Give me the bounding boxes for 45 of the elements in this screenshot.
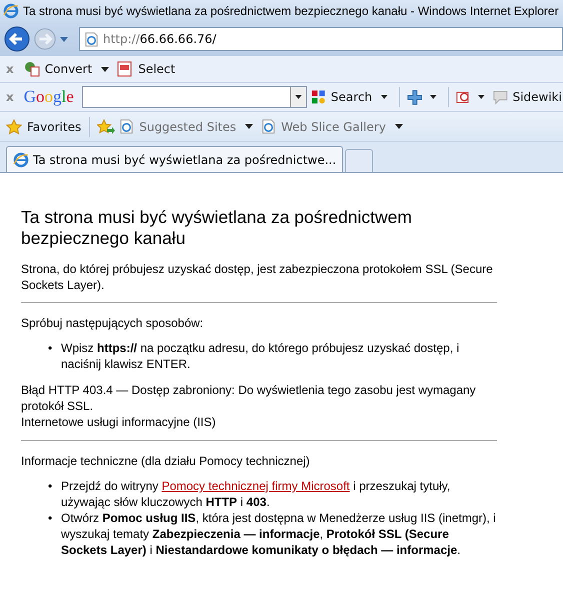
section-heading: Informacje techniczne (dla działu Pomocy technicznej) [21,453,311,469]
list-item: Otwórz Pomoc usług IIS, która jest dostępna w Menedżerze usług IIS (inetmgr), i wyszukaj tematy Zabezpieczenia — informacje, Protokół SSL (Secure Sockets Layer) i Niestandardowe komunikaty o błędach — informacje. [61,510,497,558]
browser-tab[interactable]: Ta strona musi być wyświetlana za pośrednictwe... [6,146,344,172]
globe-pdf-icon [24,61,40,77]
browser-logo-icon [13,152,29,168]
dropdown-caret-icon[interactable] [394,124,403,129]
intro-text: Strona, do której próbujesz uzyskać dostęp, jest zabezpieczona protokołem SSL (Secure Sockets Layer). [21,261,494,293]
list-bullet: • [48,340,54,357]
search-button[interactable]: Search [330,90,374,104]
google-icon [311,89,326,105]
google-logo: Google [24,87,74,107]
star-icon [6,118,22,134]
browser-logo-icon [3,3,19,19]
favorites-link[interactable]: Suggested Sites [138,120,238,134]
page-icon [84,32,99,46]
dropdown-caret-icon[interactable] [295,95,302,99]
dropdown-caret-icon[interactable] [381,95,388,99]
dropdown-caret-icon[interactable] [478,95,485,99]
list-item: Wpisz https:// na początku adresu, do którego próbujesz uzyskać dostęp, i naciśnij klawisz ENTER. [61,340,460,372]
page-heading: Ta strona musi być wyświetlana za pośrednictwem bezpiecznego kanału [21,207,413,249]
error-text: Błąd HTTP 403.4 — Dostęp zabroniony: Do wyświetlenia tego zasobu jest wymagany protokół SSL. [21,382,477,414]
section-heading: Spróbuj następujących sposobów: [21,315,204,331]
support-link[interactable]: Pomocy technicznej firmy Microsoft [162,479,350,493]
favorites-button[interactable]: Favorites [26,120,82,134]
google-search-field[interactable] [82,86,308,108]
convert-button[interactable]: Convert [44,62,94,76]
plus-icon[interactable] [406,88,422,106]
favorites-link[interactable]: Web Slice Gallery [280,120,387,134]
dropdown-caret-icon[interactable] [245,124,254,129]
page-icon [119,119,134,134]
list-bullet: • [48,510,54,527]
page-icon [261,119,276,134]
select-button[interactable]: Select [137,62,176,76]
list-item: Przejdź do witryny Pomocy technicznej firmy Microsoft i przeszukaj tytuły, używając słów kluczowych HTTP i 403. [61,478,452,510]
speech-bubble-icon [492,89,508,105]
server-text: Internetowe usługi informacyjne (IIS) [21,414,217,430]
blocked-popup-icon[interactable] [456,89,470,105]
list-bullet: • [48,478,54,495]
window-title: Ta strona musi być wyświetlana za pośrednictwem bezpiecznego kanału - Windows Internet Explorer [23,4,559,18]
pdf-select-icon [117,61,134,77]
dropdown-caret-icon[interactable] [430,95,437,99]
star-arrow-icon[interactable] [97,118,116,134]
dropdown-caret-icon[interactable] [101,66,110,72]
address-field[interactable]: http://66.66.66.76/ [79,27,563,51]
sidewiki-button[interactable]: Sidewiki [512,90,563,104]
